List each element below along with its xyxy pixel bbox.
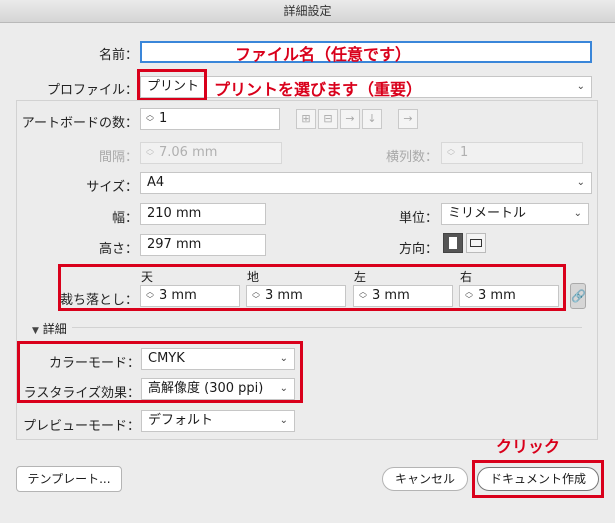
chevron-down-icon: ⌄: [279, 353, 288, 364]
color-mode-value: CMYK: [148, 351, 185, 366]
name-annotation: ファイル名（任意です）: [235, 45, 412, 64]
width-field[interactable]: 210 mm: [140, 203, 266, 225]
preview-select[interactable]: デフォルト ⌄: [141, 410, 295, 432]
units-value: ミリメートル: [448, 206, 527, 221]
color-mode-select[interactable]: CMYK ⌄: [141, 348, 295, 370]
bleed-bottom-value: 3 mm: [265, 288, 303, 303]
advanced-toggle[interactable]: ▼ 詳細: [32, 320, 67, 337]
cancel-button[interactable]: キャンセル: [382, 467, 468, 491]
bleed-left-value: 3 mm: [372, 288, 410, 303]
columns-field[interactable]: ︿ ﹀ 1: [441, 142, 583, 164]
artboards-field[interactable]: ︿ ﹀ 1: [140, 108, 280, 130]
spacing-label: 間隔：: [98, 150, 138, 165]
change-layout-icon[interactable]: →: [398, 109, 418, 129]
advanced-label: 詳細: [42, 322, 67, 336]
bleed-left-field[interactable]: ︿ ﹀ 3 mm: [353, 285, 453, 307]
bleed-top-label: 天: [141, 270, 154, 284]
bleed-label: 裁ち落とし：: [60, 293, 139, 308]
units-label: 単位：: [398, 211, 438, 226]
create-document-button[interactable]: ドキュメント作成: [477, 467, 599, 491]
spacing-field[interactable]: ︿ ﹀ 7.06 mm: [140, 142, 282, 164]
color-mode-label: カラーモード：: [48, 356, 140, 371]
stepper-icon[interactable]: ︿ ﹀: [250, 287, 262, 304]
portrait-icon: [449, 237, 457, 249]
click-annotation: クリック: [496, 437, 561, 456]
raster-label: ラスタライズ効果：: [23, 386, 140, 401]
templates-button[interactable]: テンプレート...: [16, 466, 122, 492]
raster-select[interactable]: 高解像度 (300 ppi) ⌄: [141, 378, 295, 400]
profile-label: プロファイル：: [46, 83, 138, 98]
height-label: 高さ：: [98, 242, 138, 257]
size-value: A4: [147, 175, 165, 190]
arrange-by-row-icon[interactable]: →: [340, 109, 360, 129]
width-value: 210 mm: [147, 206, 202, 221]
columns-label: 横列数：: [385, 150, 438, 165]
landscape-button[interactable]: [466, 233, 486, 253]
width-label: 幅：: [111, 211, 138, 226]
bleed-left-label: 左: [354, 270, 367, 284]
artboards-value: 1: [159, 111, 168, 126]
chevron-down-icon: ⌄: [576, 177, 585, 188]
chevron-down-icon: ⌄: [279, 383, 288, 394]
bleed-top-value: 3 mm: [159, 288, 197, 303]
stepper-icon[interactable]: ︿ ﹀: [463, 287, 475, 304]
raster-value: 高解像度 (300 ppi): [148, 381, 264, 396]
bleed-right-value: 3 mm: [478, 288, 516, 303]
bleed-top-field[interactable]: ︿ ﹀ 3 mm: [140, 285, 240, 307]
stepper-icon[interactable]: ︿ ﹀: [445, 144, 457, 161]
window-title: 詳細設定: [0, 0, 615, 23]
stepper-icon[interactable]: ︿ ﹀: [144, 144, 156, 161]
bleed-right-field[interactable]: ︿ ﹀ 3 mm: [459, 285, 559, 307]
triangle-down-icon: ▼: [32, 326, 39, 336]
advanced-divider: [72, 327, 582, 328]
preview-value: デフォルト: [148, 413, 214, 428]
grid-by-row-icon[interactable]: ⊞: [296, 109, 316, 129]
size-label: サイズ：: [86, 180, 138, 195]
grid-by-column-icon[interactable]: ⊟: [318, 109, 338, 129]
orientation-label: 方向：: [398, 242, 438, 257]
link-chain-icon[interactable]: 🔗: [570, 283, 586, 309]
stepper-icon[interactable]: ︿ ﹀: [144, 287, 156, 304]
columns-value: 1: [460, 145, 469, 160]
chevron-down-icon: ⌄: [576, 81, 585, 92]
portrait-button[interactable]: [443, 233, 463, 253]
size-select[interactable]: A4 ⌄: [140, 172, 592, 194]
name-label: 名前：: [98, 48, 138, 63]
chevron-down-icon: ⌄: [573, 208, 582, 219]
bleed-bottom-field[interactable]: ︿ ﹀ 3 mm: [246, 285, 346, 307]
artboards-label: アートボードの数：: [21, 116, 138, 131]
chevron-down-icon: ⌄: [279, 415, 288, 426]
bleed-bottom-label: 地: [247, 270, 260, 284]
height-field[interactable]: 297 mm: [140, 234, 266, 256]
height-value: 297 mm: [147, 237, 202, 252]
profile-highlight-box: [137, 69, 207, 101]
profile-annotation: プリントを選びます（重要）: [214, 80, 423, 99]
stepper-icon[interactable]: ︿ ﹀: [357, 287, 369, 304]
landscape-icon: [470, 239, 482, 247]
spacing-value: 7.06 mm: [159, 145, 218, 160]
bleed-right-label: 右: [460, 270, 473, 284]
stepper-icon[interactable]: ︿ ﹀: [144, 110, 156, 127]
units-select[interactable]: ミリメートル ⌄: [441, 203, 589, 225]
preview-label: プレビューモード：: [22, 419, 140, 434]
arrange-by-column-icon[interactable]: ↓: [362, 109, 382, 129]
